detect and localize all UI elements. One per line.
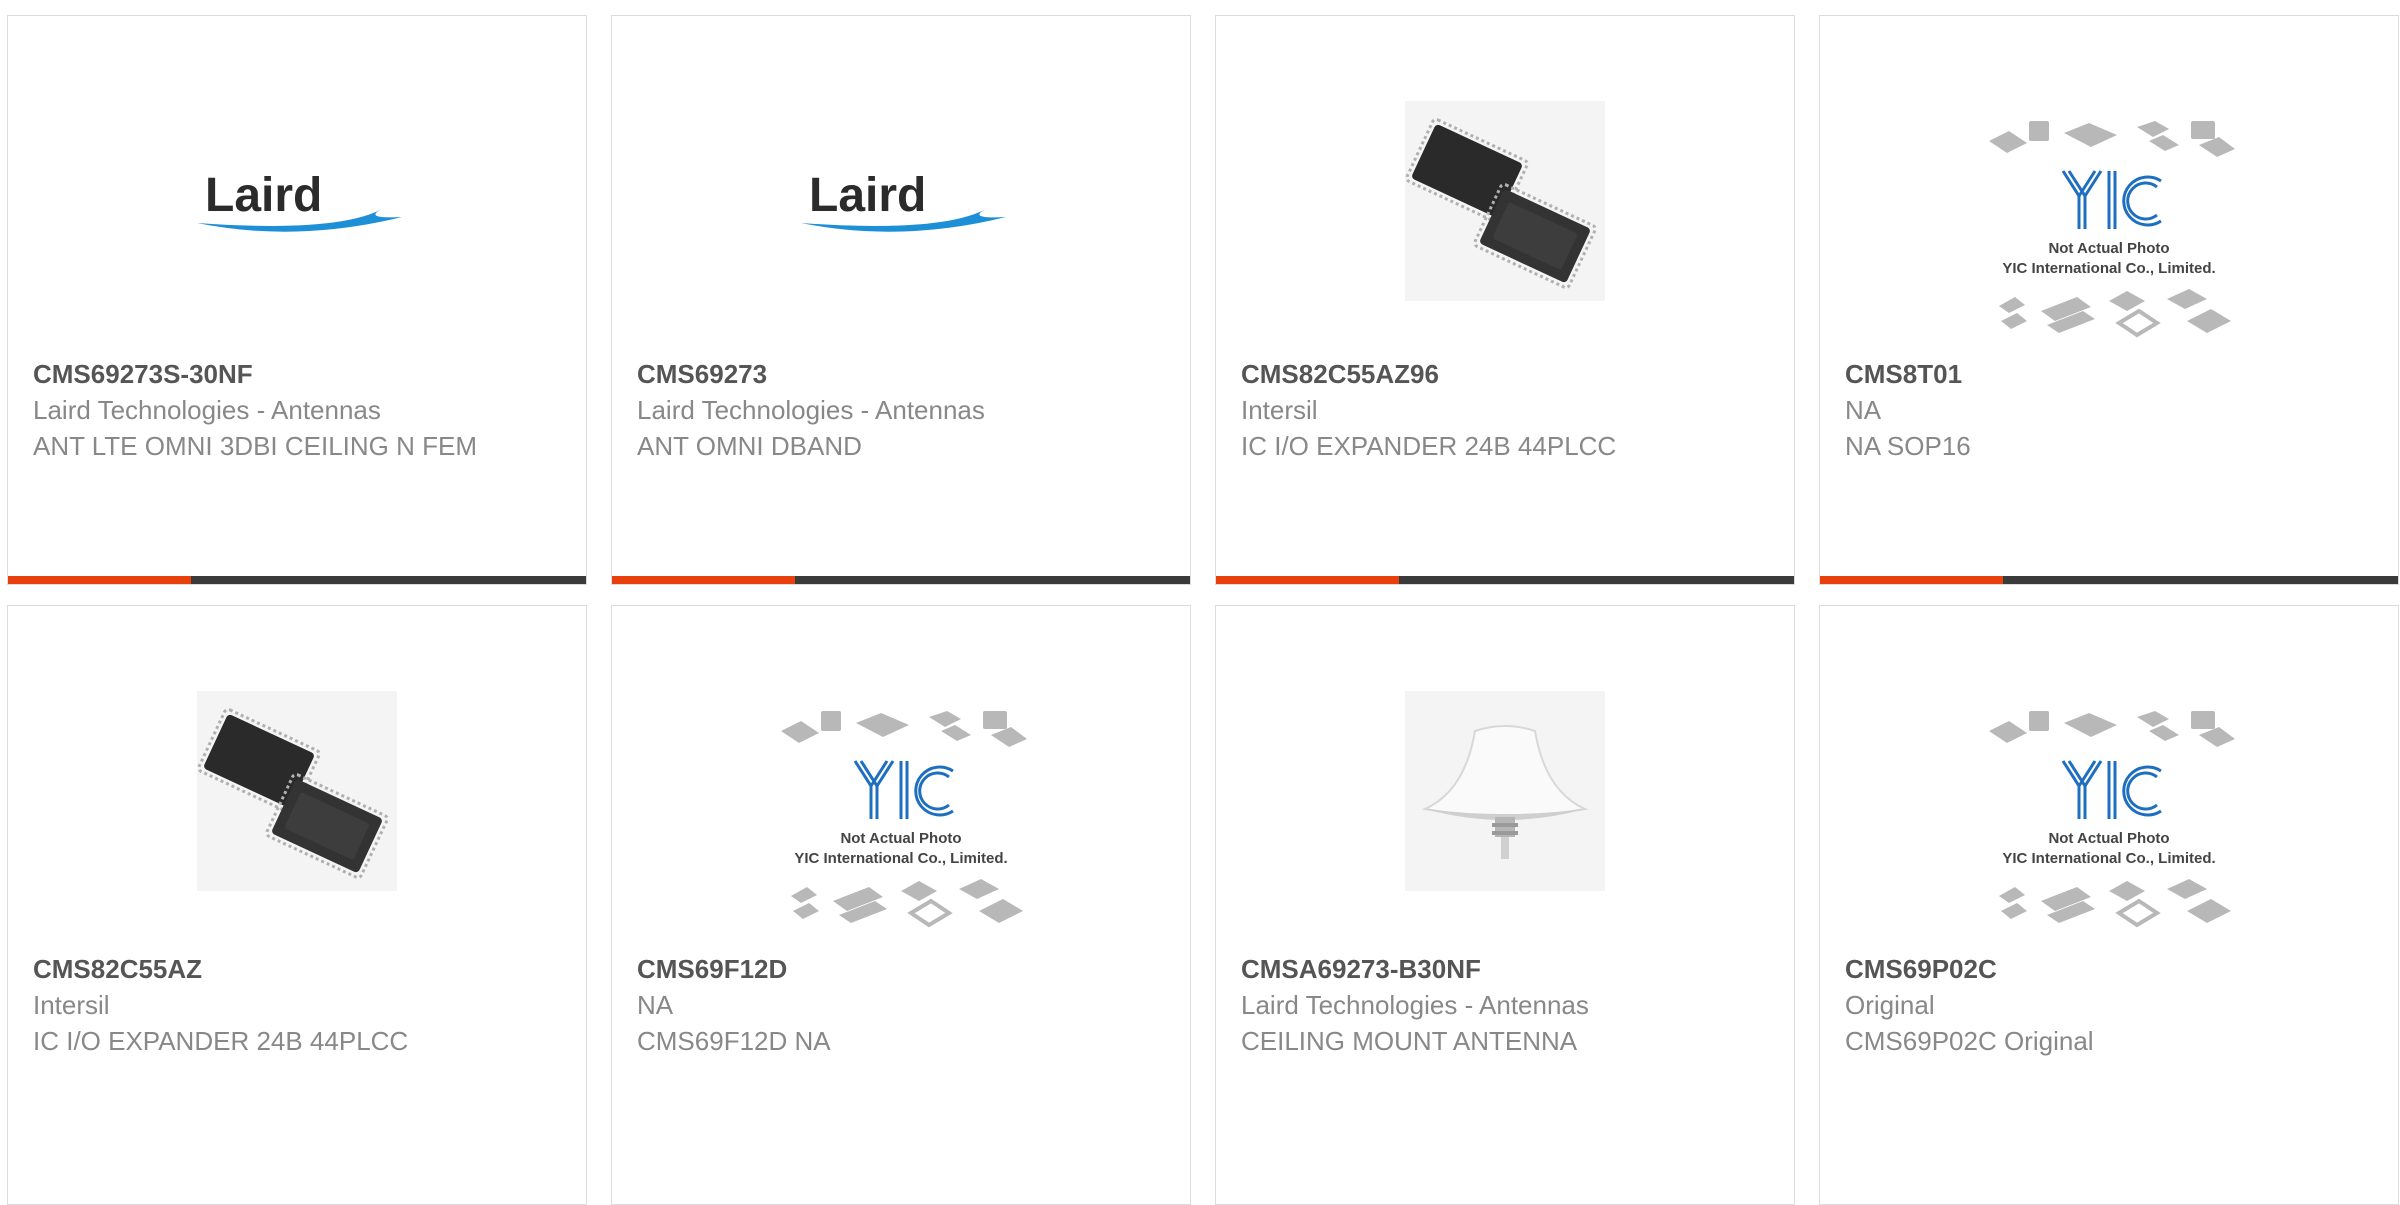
svg-text:YIC International Co., Limited: YIC International Co., Limited. — [794, 850, 1007, 867]
svg-text:Not Actual Photo: Not Actual Photo — [840, 830, 961, 847]
not-actual-photo-icon: Not Actual Photo YIC International Co., … — [1989, 121, 2235, 338]
manufacturer-label: Intersil — [33, 990, 110, 1020]
product-card[interactable]: Laird CMS69273 Laird Technologies - Ante… — [611, 15, 1191, 585]
card-accent-bar — [8, 576, 191, 584]
description-label: ANT LTE OMNI 3DBI CEILING N FEM — [33, 431, 477, 461]
ceiling-antenna-icon — [1405, 691, 1605, 891]
product-card[interactable]: Not Actual Photo YIC International Co., … — [1819, 605, 2399, 1205]
not-actual-photo-icon: Not Actual Photo YIC International Co., … — [1989, 711, 2235, 928]
product-card[interactable]: CMS82C55AZ Intersil IC I/O EXPANDER 24B … — [7, 605, 587, 1205]
svg-text:Not Actual Photo: Not Actual Photo — [2048, 240, 2169, 257]
product-card[interactable]: Not Actual Photo YIC International Co., … — [611, 605, 1191, 1205]
product-card[interactable]: CMSA69273-B30NF Laird Technologies - Ant… — [1215, 605, 1795, 1205]
manufacturer-label: Laird Technologies - Antennas — [1241, 990, 1589, 1020]
product-grid: Laird CMS69273S-30NF Laird Technologies … — [0, 0, 2400, 1205]
part-number-link[interactable]: CMS69P02C — [1845, 951, 2338, 987]
product-image[interactable] — [1216, 86, 1794, 316]
part-number-link[interactable]: CMS69273S-30NF — [33, 356, 526, 392]
description-label: CMS69F12D NA — [637, 1026, 831, 1056]
svg-text:YIC International Co., Limited: YIC International Co., Limited. — [2002, 260, 2215, 277]
product-image[interactable] — [1216, 676, 1794, 906]
part-number-link[interactable]: CMS82C55AZ96 — [1241, 356, 1734, 392]
plcc-chip-icon — [197, 691, 397, 891]
part-number-link[interactable]: CMSA69273-B30NF — [1241, 951, 1734, 987]
manufacturer-label: NA — [1845, 395, 1882, 425]
svg-text:Laird: Laird — [809, 169, 926, 222]
description-label: CMS69P02C Original — [1845, 1026, 2094, 1056]
card-bottom-bar — [1820, 576, 2398, 584]
svg-text:Laird: Laird — [205, 169, 322, 222]
product-card[interactable]: Not Actual Photo YIC International Co., … — [1819, 15, 2399, 585]
description-label: IC I/O EXPANDER 24B 44PLCC — [33, 1026, 409, 1056]
product-image[interactable]: Laird — [8, 86, 586, 316]
part-number-link[interactable]: CMS69F12D — [637, 951, 1130, 987]
laird-logo-icon: Laird — [801, 169, 1006, 232]
description-label: ANT OMNI DBAND — [637, 431, 862, 461]
laird-logo-icon: Laird — [197, 169, 402, 232]
card-bottom-bar — [612, 576, 1190, 584]
card-accent-bar — [1216, 576, 1399, 584]
manufacturer-label: Intersil — [1241, 395, 1318, 425]
part-number-link[interactable]: CMS8T01 — [1845, 356, 2338, 392]
product-card[interactable]: CMS82C55AZ96 Intersil IC I/O EXPANDER 24… — [1215, 15, 1795, 585]
description-label: NA SOP16 — [1845, 431, 1971, 461]
part-number-link[interactable]: CMS82C55AZ — [33, 951, 526, 987]
product-image[interactable]: Laird — [612, 86, 1190, 316]
product-image[interactable] — [8, 676, 586, 906]
svg-text:YIC International Co., Limited: YIC International Co., Limited. — [2002, 850, 2215, 867]
manufacturer-label: NA — [637, 990, 674, 1020]
card-bottom-bar — [1216, 576, 1794, 584]
plcc-chip-icon — [1405, 101, 1605, 301]
svg-text:Not Actual Photo: Not Actual Photo — [2048, 830, 2169, 847]
card-accent-bar — [1820, 576, 2003, 584]
product-image[interactable]: Not Actual Photo YIC International Co., … — [612, 691, 1190, 951]
product-image[interactable]: Not Actual Photo YIC International Co., … — [1820, 691, 2398, 951]
manufacturer-label: Original — [1845, 990, 1935, 1020]
manufacturer-label: Laird Technologies - Antennas — [33, 395, 381, 425]
product-image[interactable]: Not Actual Photo YIC International Co., … — [1820, 101, 2398, 361]
description-label: IC I/O EXPANDER 24B 44PLCC — [1241, 431, 1617, 461]
not-actual-photo-icon: Not Actual Photo YIC International Co., … — [781, 711, 1027, 928]
card-accent-bar — [612, 576, 795, 584]
part-number-link[interactable]: CMS69273 — [637, 356, 1130, 392]
description-label: CEILING MOUNT ANTENNA — [1241, 1026, 1578, 1056]
card-bottom-bar — [8, 576, 586, 584]
product-card[interactable]: Laird CMS69273S-30NF Laird Technologies … — [7, 15, 587, 585]
manufacturer-label: Laird Technologies - Antennas — [637, 395, 985, 425]
